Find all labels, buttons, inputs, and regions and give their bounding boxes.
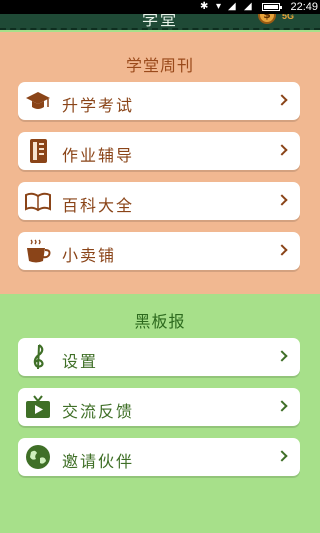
menu-item-label: 百科大全 [62, 196, 135, 215]
menu-item-label: 升学考试 [62, 96, 135, 115]
bluetooth-icon: ✱ [200, 1, 209, 12]
weekly-section: 学堂周刊 升学考试 作业辅导 百科大全 小卖铺 [0, 32, 320, 294]
chevron-right-icon [276, 400, 288, 412]
cup-icon [27, 239, 51, 263]
chevron-right-icon [276, 194, 288, 206]
chevron-right-icon [276, 144, 288, 156]
section-title-weekly: 学堂周刊 [125, 56, 194, 75]
tv-icon [26, 395, 50, 418]
signal-icon: ◢ [228, 1, 236, 12]
status-bar: ✱ ▾ ◢ ◢ 22:49 [0, 0, 320, 14]
menu-item-label: 设置 [62, 352, 99, 371]
menu-item-invite[interactable]: 邀请伙伴 [18, 438, 300, 476]
menu-item-label: 邀请伙伴 [62, 452, 135, 471]
graduation-cap-icon [26, 92, 50, 109]
chevron-right-icon [276, 450, 288, 462]
battery-icon [262, 3, 282, 11]
menu-item-feedback[interactable]: 交流反馈 [18, 388, 300, 426]
menu-item-encyclopedia[interactable]: 百科大全 [18, 182, 300, 220]
open-book-icon [25, 192, 51, 212]
blackboard-section: 黑板报 设置 交流反馈 邀请伙伴 [0, 294, 320, 533]
menu-item-label: 作业辅导 [62, 146, 135, 165]
menu-item-label: 交流反馈 [62, 402, 135, 421]
menu-item-exam[interactable]: 升学考试 [18, 82, 300, 120]
chevron-right-icon [276, 350, 288, 362]
menu-item-homework[interactable]: 作业辅导 [18, 132, 300, 170]
menu-item-label: 小卖铺 [62, 246, 117, 265]
globe-icon [26, 445, 50, 469]
signal-icon-2: ◢ [244, 1, 252, 12]
status-time: 22:49 [290, 1, 318, 13]
section-title-blackboard: 黑板报 [134, 312, 186, 331]
menu-item-shop[interactable]: 小卖铺 [18, 232, 300, 270]
menu-item-settings[interactable]: 设置 [18, 338, 300, 376]
chevron-right-icon [276, 94, 288, 106]
music-note-icon [33, 344, 44, 370]
notebook-icon [30, 139, 47, 163]
wifi-icon: ▾ [216, 1, 222, 12]
chevron-right-icon [276, 244, 288, 256]
